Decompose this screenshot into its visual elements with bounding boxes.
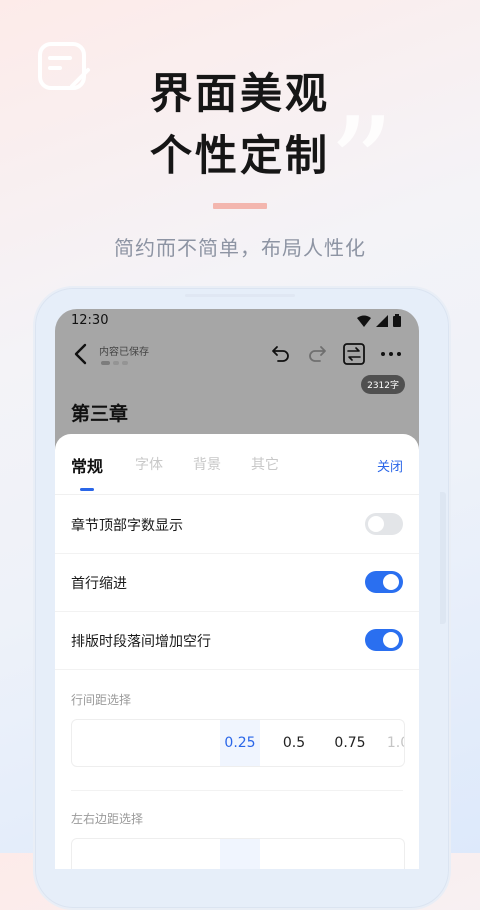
line-spacing-option[interactable]: 0.5: [274, 720, 314, 766]
line-spacing-option[interactable]: 0.75: [330, 720, 370, 766]
margin-label: 左右边距选择: [71, 812, 144, 826]
tab-general[interactable]: 常规: [71, 453, 103, 477]
line-spacing-selector: 0.25 0.5 0.75 1.0: [71, 719, 405, 767]
battery-icon: [393, 314, 401, 327]
setting-row-first-line-indent: 首行缩进: [55, 554, 419, 612]
headline-line-1: 界面美观: [149, 69, 330, 118]
setting-label: 首行缩进: [71, 576, 127, 592]
more-icon[interactable]: [379, 342, 403, 366]
undo-icon[interactable]: [269, 342, 293, 366]
status-bar: 12:30: [55, 309, 419, 333]
editor-toolbar: 内容已保存: [55, 335, 419, 375]
setting-label: 排版时段落间增加空行: [71, 634, 211, 650]
quote-mark-decoration: ”: [328, 89, 395, 241]
progress-dots: [101, 361, 128, 365]
settings-sheet: 常规 字体 背景 其它 关闭 章节顶部字数显示 首行缩进 排版时段落间增加空行 …: [55, 434, 419, 869]
save-status: 内容已保存: [99, 347, 149, 358]
margin-selector[interactable]: [71, 838, 405, 869]
phone-side-button: [440, 492, 446, 624]
line-spacing-option[interactable]: 1.0: [378, 720, 404, 766]
settings-tabs: 常规 字体 背景 其它 关闭: [55, 434, 419, 495]
word-count-badge: 2312字: [361, 375, 405, 394]
first-line-indent-toggle[interactable]: [365, 571, 403, 593]
format-swap-icon[interactable]: [342, 342, 366, 366]
phone-notch: [185, 294, 295, 297]
status-icons: [357, 314, 401, 327]
paragraph-blank-line-toggle[interactable]: [365, 629, 403, 651]
tab-font[interactable]: 字体: [135, 454, 163, 474]
chapter-title[interactable]: 第三章: [71, 399, 128, 426]
redo-icon[interactable]: [305, 342, 329, 366]
signal-icon: [376, 314, 388, 327]
setting-label: 章节顶部字数显示: [71, 518, 183, 534]
line-spacing-option[interactable]: 0.25: [220, 720, 260, 766]
wifi-icon: [357, 315, 371, 327]
headline-line-2: 个性定制: [149, 131, 330, 180]
divider: [71, 790, 403, 791]
phone-screen: 12:30 内容已保存 2312字 第三章 常规 字体 背景 其它 关闭 章节顶…: [55, 309, 419, 869]
tagline: 简约而不简单，布局人性化: [114, 236, 366, 260]
headline-underline: [213, 203, 267, 209]
status-time: 12:30: [71, 313, 109, 328]
setting-row-paragraph-spacing: 排版时段落间增加空行: [55, 612, 419, 670]
setting-row-chapter-word-count: 章节顶部字数显示: [55, 496, 419, 554]
active-tab-indicator: [80, 488, 94, 491]
tab-other[interactable]: 其它: [251, 454, 279, 474]
tab-background[interactable]: 背景: [193, 454, 221, 474]
chapter-word-count-toggle[interactable]: [365, 513, 403, 535]
line-spacing-label: 行间距选择: [71, 693, 132, 707]
back-arrow-icon[interactable]: [69, 341, 93, 367]
close-button[interactable]: 关闭: [377, 456, 403, 475]
